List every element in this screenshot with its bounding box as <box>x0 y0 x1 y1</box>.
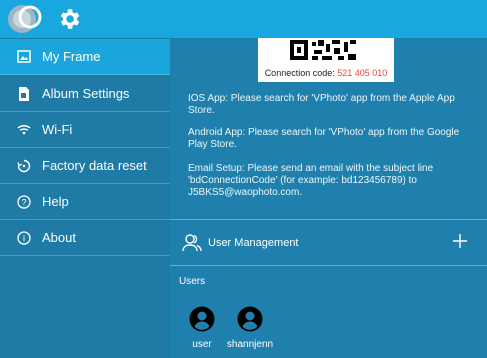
reset-icon <box>16 158 32 174</box>
album-icon <box>16 86 32 102</box>
email-instructions: Email Setup: Please send an email with t… <box>188 163 434 198</box>
sidebar-item-label: Wi-Fi <box>42 122 73 137</box>
connection-code: Connection code: 521 405 010 <box>258 68 394 78</box>
sidebar-item-about[interactable]: i About <box>0 220 170 256</box>
user-avatar-icon <box>237 306 263 332</box>
users-section-label: Users <box>179 276 206 287</box>
sidebar-item-label: About <box>42 230 76 245</box>
connection-code-label: Connection code: <box>264 68 338 78</box>
main-panel: Connection code: 521 405 010 IOS App: Pl… <box>170 38 487 358</box>
help-icon: ? <box>16 194 32 210</box>
sidebar-item-wifi[interactable]: Wi-Fi <box>0 112 170 148</box>
sidebar-item-label: Help <box>42 194 69 209</box>
user-name: shannjenn <box>226 339 274 350</box>
svg-text:i: i <box>23 233 25 243</box>
gear-icon[interactable] <box>56 6 82 32</box>
picture-icon <box>16 49 32 65</box>
qr-code-image <box>288 38 364 66</box>
top-bar <box>0 0 487 38</box>
plus-icon[interactable] <box>449 230 471 252</box>
sidebar-item-label: My Frame <box>42 49 101 64</box>
wifi-icon <box>16 122 32 138</box>
svg-text:?: ? <box>21 197 26 207</box>
sidebar-item-factory-reset[interactable]: Factory data reset <box>0 148 170 184</box>
section-divider <box>170 219 487 220</box>
app-logo-icon[interactable] <box>6 3 42 35</box>
user-management-label: User Management <box>208 237 299 249</box>
user-management-header[interactable]: User Management <box>182 232 299 254</box>
sidebar-item-help[interactable]: ? Help <box>0 184 170 220</box>
sidebar: My Frame Album Settings Wi-Fi Factory da… <box>0 38 170 358</box>
android-instructions: Android App: Please search for 'VPhoto' … <box>188 127 460 150</box>
user-avatar-icon <box>189 306 215 332</box>
sidebar-item-label: Album Settings <box>42 86 130 101</box>
section-divider <box>170 265 487 266</box>
connection-code-value: 521 405 010 <box>337 68 388 78</box>
qr-code-card: Connection code: 521 405 010 <box>258 38 394 82</box>
sidebar-item-album-settings[interactable]: Album Settings <box>0 76 170 112</box>
sidebar-item-label: Factory data reset <box>42 158 147 173</box>
info-icon: i <box>16 230 32 246</box>
users-icon <box>182 234 202 252</box>
ios-instructions: IOS App: Please search for 'VPhoto' app … <box>188 93 455 116</box>
sidebar-item-my-frame[interactable]: My Frame <box>0 39 170 75</box>
user-item[interactable]: shannjenn <box>220 306 280 350</box>
